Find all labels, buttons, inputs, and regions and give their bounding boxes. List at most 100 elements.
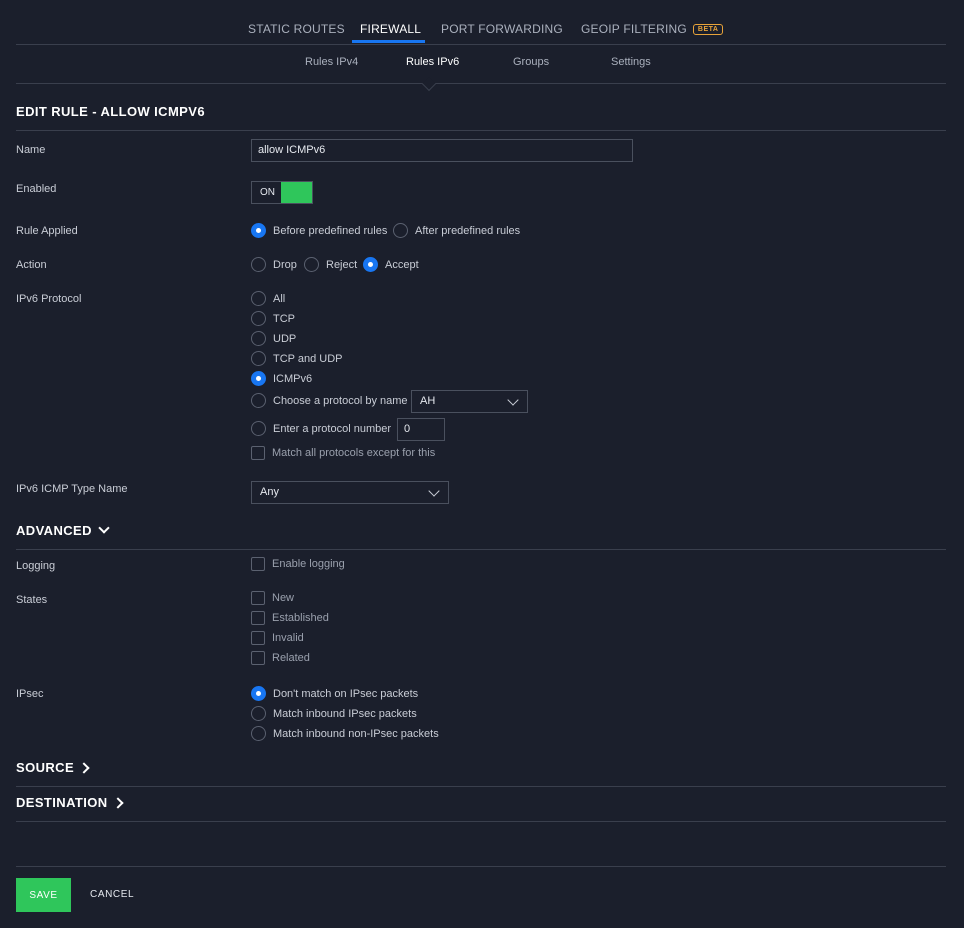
option-label: Enter a protocol number xyxy=(273,422,392,435)
ipv6-protocol-label: IPv6 Protocol xyxy=(16,293,82,305)
protocol-tcp-udp-radio[interactable]: TCP and UDP xyxy=(251,351,343,366)
protocol-tcp-radio[interactable]: TCP xyxy=(251,311,295,326)
destination-title: DESTINATION xyxy=(16,795,108,810)
radio-checked xyxy=(251,223,266,238)
ipsec-label: IPsec xyxy=(16,688,44,700)
rule-applied-before-radio[interactable]: Before predefined rules xyxy=(251,223,387,238)
states-label: States xyxy=(16,594,48,606)
action-label: Action xyxy=(16,259,47,271)
subtabs-divider xyxy=(16,83,946,84)
option-label: Drop xyxy=(273,258,297,271)
icmp-type-label: IPv6 ICMP Type Name xyxy=(16,483,128,495)
name-input[interactable]: allow ICMPv6 xyxy=(251,139,633,162)
tab-geoip-label: GEOIP FILTERING xyxy=(581,22,687,36)
option-label: Accept xyxy=(385,258,419,271)
option-label: Choose a protocol by name xyxy=(273,394,408,407)
active-subtab-notch xyxy=(421,76,437,92)
option-label: After predefined rules xyxy=(415,224,521,237)
state-new-checkbox[interactable]: New xyxy=(251,591,294,605)
source-divider xyxy=(16,786,946,787)
title-divider xyxy=(16,130,946,131)
radio-unchecked xyxy=(251,331,266,346)
chevron-right-icon xyxy=(111,796,124,809)
advanced-section-toggle[interactable]: ADVANCED xyxy=(16,522,110,538)
tab-port-forwarding[interactable]: PORT FORWARDING xyxy=(441,22,563,36)
chevron-down-icon xyxy=(98,522,110,534)
checkbox xyxy=(251,557,265,571)
match-except-checkbox[interactable]: Match all protocols except for this xyxy=(251,446,435,460)
checkbox xyxy=(251,651,265,665)
select-value: AH xyxy=(420,395,436,407)
option-label: Match inbound IPsec packets xyxy=(273,707,417,720)
option-label: Don't match on IPsec packets xyxy=(273,687,419,700)
tab-firewall[interactable]: FIREWALL xyxy=(360,22,421,36)
enable-logging-checkbox[interactable]: Enable logging xyxy=(251,557,345,571)
radio-unchecked xyxy=(251,291,266,306)
action-reject-radio[interactable]: Reject xyxy=(304,257,357,272)
name-label: Name xyxy=(16,144,46,156)
radio-unchecked xyxy=(251,257,266,272)
page-title: EDIT RULE - ALLOW ICMPV6 xyxy=(16,104,205,119)
subtab-rules-ipv6[interactable]: Rules IPv6 xyxy=(406,56,459,68)
protocol-number-input[interactable]: 0 xyxy=(397,418,445,441)
subtab-rules-ipv4[interactable]: Rules IPv4 xyxy=(305,56,358,68)
enabled-toggle[interactable]: ON xyxy=(251,181,313,204)
chevron-right-icon xyxy=(78,761,90,774)
action-accept-radio[interactable]: Accept xyxy=(363,257,419,272)
ipsec-dont-match-radio[interactable]: Don't match on IPsec packets xyxy=(251,686,418,701)
option-label: Invalid xyxy=(272,632,304,644)
protocol-by-name-radio[interactable]: Choose a protocol by name xyxy=(251,393,408,408)
state-related-checkbox[interactable]: Related xyxy=(251,651,310,665)
tab-geoip-filtering[interactable]: GEOIP FILTERING BETA xyxy=(581,22,724,36)
icmp-type-select[interactable]: Any xyxy=(251,481,449,504)
radio-unchecked xyxy=(251,351,266,366)
destination-section-toggle[interactable]: DESTINATION xyxy=(16,795,124,810)
radio-unchecked xyxy=(251,706,266,721)
source-title: SOURCE xyxy=(16,760,75,775)
radio-unchecked xyxy=(251,311,266,326)
subtab-settings[interactable]: Settings xyxy=(611,56,651,68)
option-label: Related xyxy=(272,652,310,664)
option-label: ICMPv6 xyxy=(273,372,313,385)
checkbox xyxy=(251,611,265,625)
option-label: Enable logging xyxy=(272,558,345,570)
tab-static-routes[interactable]: STATIC ROUTES xyxy=(248,22,345,36)
rule-applied-after-radio[interactable]: After predefined rules xyxy=(393,223,520,238)
option-label: Before predefined rules xyxy=(273,224,388,237)
protocol-name-select[interactable]: AH xyxy=(411,390,528,413)
radio-unchecked xyxy=(304,257,319,272)
radio-checked xyxy=(363,257,378,272)
save-button[interactable]: SAVE xyxy=(16,878,71,912)
radio-unchecked xyxy=(251,726,266,741)
option-label: TCP and UDP xyxy=(273,352,343,365)
footer-divider xyxy=(16,866,946,867)
enabled-label: Enabled xyxy=(16,183,57,195)
destination-divider xyxy=(16,821,946,822)
state-established-checkbox[interactable]: Established xyxy=(251,611,329,625)
beta-badge: BETA xyxy=(692,24,724,35)
state-invalid-checkbox[interactable]: Invalid xyxy=(251,631,304,645)
option-label: UDP xyxy=(273,332,297,345)
protocol-all-radio[interactable]: All xyxy=(251,291,285,306)
ipsec-non-ipsec-radio[interactable]: Match inbound non-IPsec packets xyxy=(251,726,439,741)
option-label: Reject xyxy=(326,258,358,271)
action-drop-radio[interactable]: Drop xyxy=(251,257,297,272)
checkbox xyxy=(251,591,265,605)
protocol-by-number-radio[interactable]: Enter a protocol number xyxy=(251,421,391,436)
radio-checked xyxy=(251,371,266,386)
tabs-divider xyxy=(16,44,946,45)
option-label: All xyxy=(273,292,286,305)
option-label: New xyxy=(272,592,295,604)
radio-unchecked xyxy=(251,393,266,408)
cancel-button[interactable]: CANCEL xyxy=(90,889,134,900)
subtab-groups[interactable]: Groups xyxy=(513,56,549,68)
source-section-toggle[interactable]: SOURCE xyxy=(16,760,90,775)
chevron-down-icon xyxy=(428,485,440,497)
option-label: Established xyxy=(272,612,329,624)
toggle-knob xyxy=(281,182,312,203)
advanced-divider xyxy=(16,549,946,550)
radio-unchecked xyxy=(251,421,266,436)
ipsec-inbound-radio[interactable]: Match inbound IPsec packets xyxy=(251,706,417,721)
protocol-icmpv6-radio[interactable]: ICMPv6 xyxy=(251,371,312,386)
protocol-udp-radio[interactable]: UDP xyxy=(251,331,296,346)
